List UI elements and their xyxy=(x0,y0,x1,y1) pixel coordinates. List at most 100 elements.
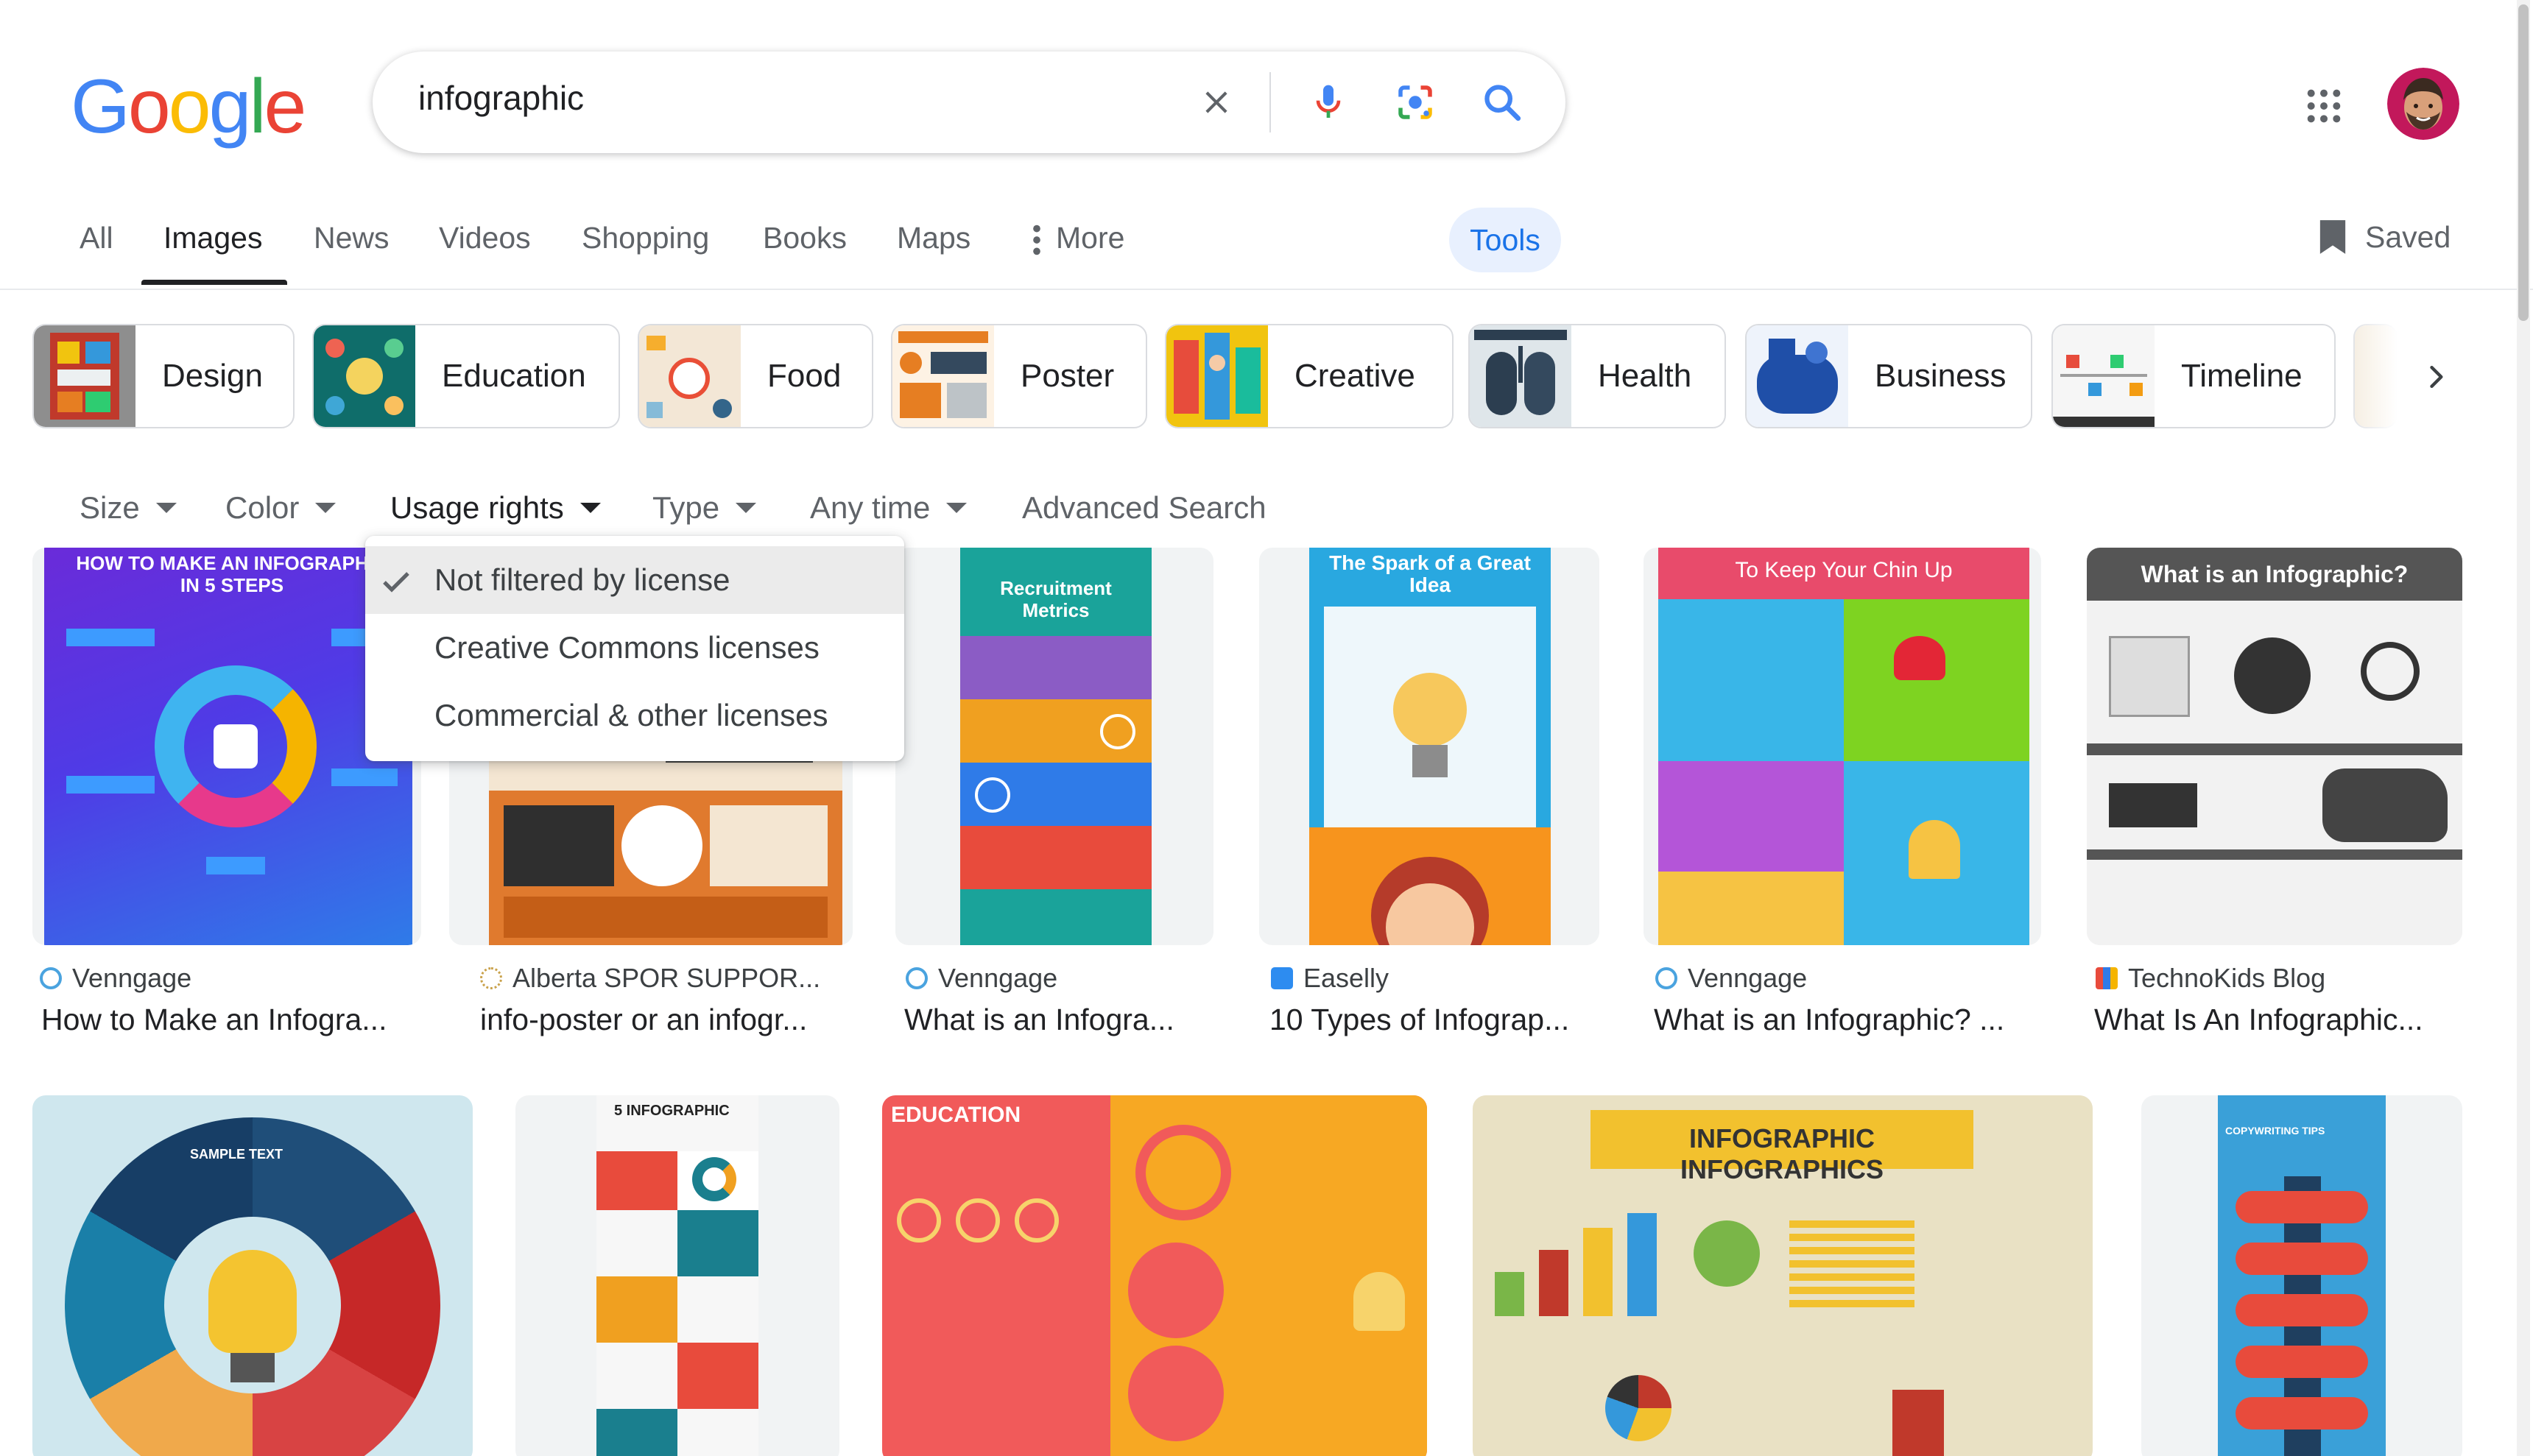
tab-maps[interactable]: Maps xyxy=(897,221,970,265)
thumbnail-caption: What is an Infographic? xyxy=(2141,561,2409,587)
search-icon[interactable] xyxy=(1471,71,1533,133)
chip-label: Poster xyxy=(1021,358,1115,394)
result-source[interactable]: Easelly xyxy=(1271,963,1389,994)
filter-label: Color xyxy=(225,490,300,525)
chip-creative[interactable]: Creative xyxy=(1165,324,1454,428)
thumbnail-caption: To Keep Your Chin Up xyxy=(1735,558,1953,582)
chip-thumbnail xyxy=(639,325,741,427)
dropdown-caret-icon xyxy=(579,503,601,513)
tab-images[interactable]: Images xyxy=(163,221,262,265)
thumbnail-caption: SAMPLE TEXT xyxy=(190,1147,283,1162)
filter-any-time[interactable]: Any time xyxy=(810,486,968,530)
result-source[interactable]: Venngage xyxy=(1655,963,1807,994)
chip-timeline[interactable]: Timeline xyxy=(2051,324,2336,428)
chip-health[interactable]: Health xyxy=(1468,324,1726,428)
search-input[interactable] xyxy=(418,78,1155,118)
thumbnail-caption: INFOGRAPHIC INFOGRAPHICS xyxy=(1680,1123,1884,1184)
filter-type[interactable]: Type xyxy=(652,486,757,530)
logo-letter: g xyxy=(208,64,252,149)
thumbnail-caption: The Spark of a Great Idea xyxy=(1329,551,1531,596)
chip-design[interactable]: Design xyxy=(32,324,295,428)
chip-scroll-fade xyxy=(2353,324,2398,428)
chip-label: Timeline xyxy=(2181,358,2303,394)
menu-item-label: Creative Commons licenses xyxy=(434,630,820,665)
chip-label: Design xyxy=(162,358,263,394)
tab-all[interactable]: All xyxy=(80,221,113,265)
image-result[interactable]: What is an Infographic? xyxy=(2087,548,2462,945)
result-title[interactable]: How to Make an Infogra... xyxy=(41,1003,424,1037)
result-title[interactable]: What is an Infographic? ... xyxy=(1654,1003,2051,1037)
tab-news[interactable]: News xyxy=(314,221,390,265)
menu-item-creative-commons[interactable]: Creative Commons licenses xyxy=(365,614,904,682)
tab-more-label: More xyxy=(1056,221,1125,255)
result-thumbnail: INFOGRAPHIC INFOGRAPHICS xyxy=(1473,1095,2093,1456)
alberta-spor-favicon-icon xyxy=(480,967,502,989)
result-title[interactable]: What Is An Infographic... xyxy=(2094,1003,2462,1037)
saved-link[interactable]: Saved xyxy=(2318,215,2451,259)
filter-color[interactable]: Color xyxy=(225,486,337,530)
chip-thumbnail xyxy=(1747,325,1848,427)
source-name: TechnoKids Blog xyxy=(2128,963,2326,993)
logo-letter: G xyxy=(71,64,130,149)
source-name: Venngage xyxy=(1688,963,1808,993)
filter-usage-rights[interactable]: Usage rights xyxy=(390,486,601,530)
chip-poster[interactable]: Poster xyxy=(891,324,1147,428)
image-result[interactable]: EDUCATION xyxy=(882,1095,1427,1456)
google-logo[interactable]: Google xyxy=(71,63,306,149)
thumbnail-caption: COPYWRITING TIPS xyxy=(2225,1125,2325,1137)
chip-label: Business xyxy=(1875,358,2007,394)
chevron-right-icon[interactable] xyxy=(2405,346,2467,408)
close-icon[interactable] xyxy=(1186,71,1247,133)
result-title[interactable]: info-poster or an infogr... xyxy=(480,1003,841,1037)
dropdown-caret-icon xyxy=(946,503,968,513)
image-result[interactable]: The Spark of a Great Idea xyxy=(1259,548,1599,945)
result-thumbnail: Recruitment Metrics xyxy=(960,548,1152,945)
image-result[interactable]: 5 INFOGRAPHIC xyxy=(515,1095,839,1456)
result-thumbnail: COPYWRITING TIPS xyxy=(2218,1095,2386,1456)
image-result[interactable]: To Keep Your Chin Up xyxy=(1644,548,2041,945)
result-source[interactable]: Venngage xyxy=(40,963,191,994)
image-result[interactable]: COPYWRITING TIPS xyxy=(2141,1095,2462,1456)
apps-grid-icon[interactable] xyxy=(2291,74,2356,138)
avatar[interactable] xyxy=(2387,68,2459,140)
source-name: Venngage xyxy=(72,963,192,993)
image-result[interactable]: SAMPLE TEXT xyxy=(32,1095,473,1456)
source-name: Alberta SPOR SUPPOR... xyxy=(512,963,821,993)
image-result[interactable]: HOW TO MAKE AN INFOGRAPHIC IN 5 STEPS xyxy=(32,548,421,945)
result-title[interactable]: What is an Infogra... xyxy=(904,1003,1213,1037)
scrollbar-thumb[interactable] xyxy=(2518,4,2529,321)
technokids-favicon-icon xyxy=(2096,967,2118,989)
menu-item-commercial[interactable]: Commercial & other licenses xyxy=(365,682,904,749)
venngage-favicon-icon xyxy=(906,967,928,989)
chip-education[interactable]: Education xyxy=(312,324,620,428)
tab-videos[interactable]: Videos xyxy=(439,221,531,265)
chip-business[interactable]: Business xyxy=(1745,324,2032,428)
tools-button[interactable]: Tools xyxy=(1449,208,1561,272)
tab-shopping[interactable]: Shopping xyxy=(582,221,709,265)
header-divider xyxy=(0,289,2533,290)
image-result[interactable]: INFOGRAPHIC INFOGRAPHICS xyxy=(1473,1095,2093,1456)
image-result[interactable]: Recruitment Metrics xyxy=(895,548,1213,945)
result-source[interactable]: TechnoKids Blog xyxy=(2096,963,2325,994)
filter-size[interactable]: Size xyxy=(80,486,177,530)
chip-food[interactable]: Food xyxy=(638,324,873,428)
source-name: Easelly xyxy=(1303,963,1389,993)
result-source[interactable]: Venngage xyxy=(906,963,1057,994)
logo-letter: o xyxy=(168,64,211,149)
menu-item-not-filtered[interactable]: Not filtered by license xyxy=(365,546,904,614)
source-name: Venngage xyxy=(938,963,1058,993)
bookmark-icon xyxy=(2319,220,2346,254)
tab-more[interactable]: More xyxy=(1031,221,1124,265)
filter-label: Type xyxy=(652,490,720,525)
search-tabs: All Images News Videos Shopping Books Ma… xyxy=(0,199,2533,287)
result-title[interactable]: 10 Types of Infograp... xyxy=(1269,1003,1601,1037)
search-box[interactable] xyxy=(373,52,1565,153)
advanced-search-link[interactable]: Advanced Search xyxy=(1022,486,1266,530)
chip-thumbnail xyxy=(314,325,415,427)
saved-label: Saved xyxy=(2365,219,2451,254)
camera-lens-icon[interactable] xyxy=(1384,71,1446,133)
tab-books[interactable]: Books xyxy=(763,221,847,265)
result-source[interactable]: Alberta SPOR SUPPOR... xyxy=(480,963,820,994)
microphone-icon[interactable] xyxy=(1297,71,1359,133)
usage-rights-menu: Not filtered by license Creative Commons… xyxy=(365,536,904,761)
